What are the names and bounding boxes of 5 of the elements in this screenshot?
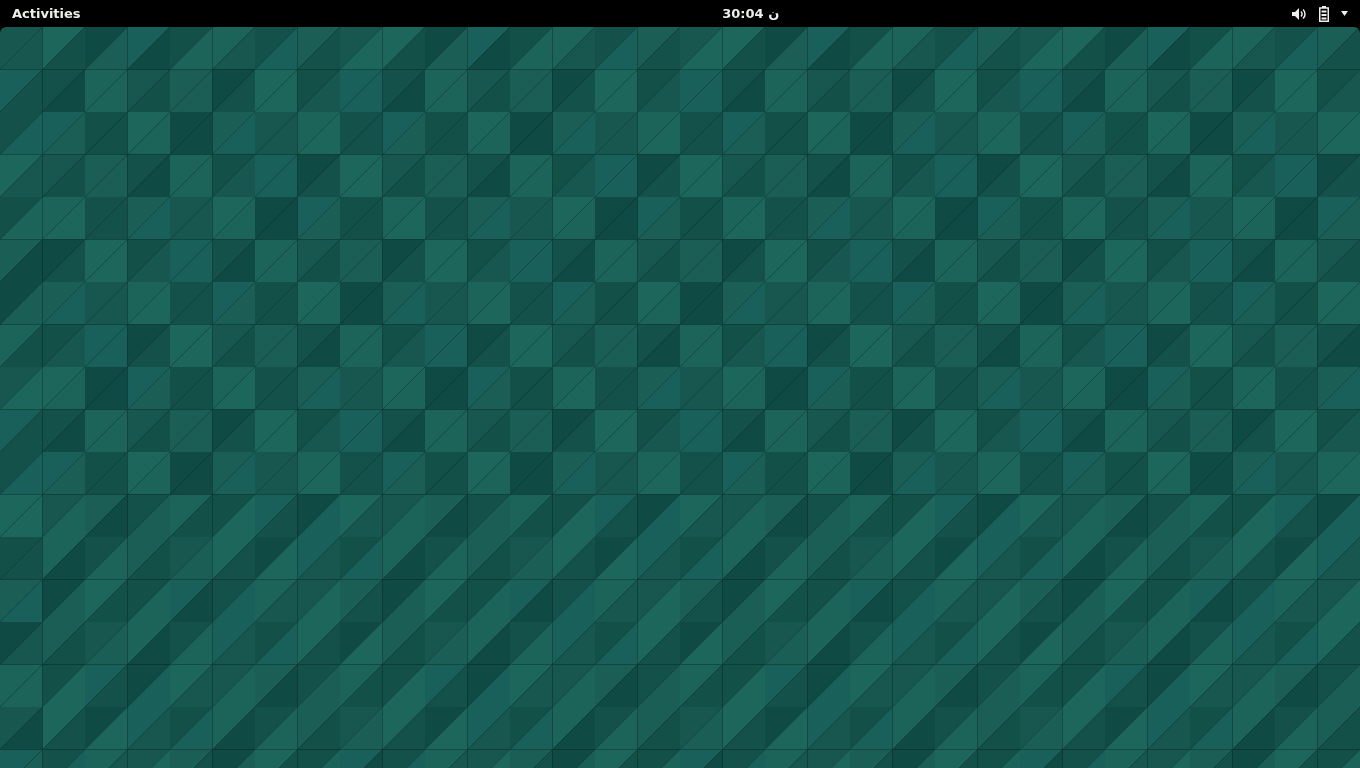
volume-icon[interactable] — [1291, 6, 1307, 21]
activities-button[interactable]: Activities — [12, 3, 81, 24]
dropdown-arrow-icon[interactable] — [1341, 11, 1348, 16]
battery-icon[interactable] — [1319, 5, 1329, 22]
clock[interactable]: 30:04 ن — [722, 3, 780, 24]
